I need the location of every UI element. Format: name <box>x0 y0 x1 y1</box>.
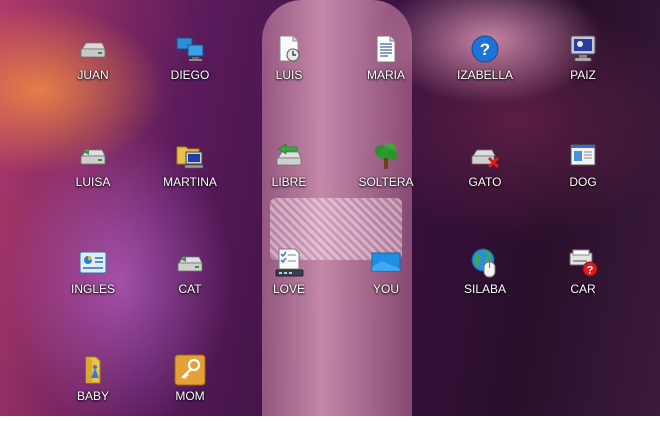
desktop-icon-luisa[interactable]: LUISA <box>54 138 132 208</box>
document-clock-icon <box>273 33 305 65</box>
drive-arrow-icon <box>273 140 305 172</box>
desktop-icon-maria[interactable]: MARIA <box>347 31 425 101</box>
desktop-icon-label: PAIZ <box>570 68 596 82</box>
desktop-icon-cat[interactable]: CAT <box>151 245 229 315</box>
desktop-icon-luis[interactable]: LUIS <box>250 31 328 101</box>
desktop-icon-mom[interactable]: MOM <box>151 352 229 422</box>
desktop-icon-love[interactable]: LOVE <box>250 245 328 315</box>
desktop-icon-dog[interactable]: DOG <box>544 138 622 208</box>
blue-screen-icon <box>370 247 402 279</box>
svg-text:?: ? <box>480 40 490 59</box>
monitor-icon <box>567 33 599 65</box>
desktop-icon-label: INGLES <box>70 282 115 296</box>
desktop-icon-label: JUAN <box>77 68 109 82</box>
svg-text:?: ? <box>587 265 594 277</box>
desktop-icon-label: LIBRE <box>271 175 307 189</box>
desktop-icon-label: LUISA <box>75 175 111 189</box>
desktop-icon-label: MOM <box>175 389 205 403</box>
desktop-icon-soltera[interactable]: SOLTERA <box>347 138 425 208</box>
drive-green-icon <box>174 247 206 279</box>
desktop-icon-label: SILABA <box>463 282 507 296</box>
text-document-icon <box>370 33 402 65</box>
desktop-icon-label: GATO <box>468 175 502 189</box>
desktop-icon-label: CAT <box>178 282 202 296</box>
network-computers-icon <box>174 33 206 65</box>
desktop-icon-gato[interactable]: GATO <box>446 138 524 208</box>
desktop-icon-label: DOG <box>569 175 597 189</box>
tree-icon <box>370 140 402 172</box>
desktop-icon-you[interactable]: YOU <box>347 245 425 315</box>
desktop-icon-libre[interactable]: LIBRE <box>250 138 328 208</box>
desktop-icon-label: LOVE <box>272 282 305 296</box>
desktop-icon-label: LUIS <box>275 68 303 82</box>
desktop-icon-label: CAR <box>570 282 596 296</box>
desktop-icon-label: DIEGO <box>170 68 210 82</box>
drive-green-icon <box>77 140 109 172</box>
desktop-icon-ingles[interactable]: INGLES <box>54 245 132 315</box>
desktop-icon-label: MARTINA <box>163 175 217 189</box>
folder-computer-icon <box>174 140 206 172</box>
desktop-icon-juan[interactable]: JUAN <box>54 31 132 101</box>
desktop-icon-paiz[interactable]: PAIZ <box>544 31 622 101</box>
desktop-icon-izabella[interactable]: ? IZABELLA <box>446 31 524 101</box>
checklist-icon <box>273 247 305 279</box>
desktop-icon-martina[interactable]: MARTINA <box>151 138 229 208</box>
desktop-icon-silaba[interactable]: SILABA <box>446 245 524 315</box>
desktop-icon-label: IZABELLA <box>456 68 514 82</box>
printer-help-icon: ? <box>567 247 599 279</box>
drive-icon <box>77 33 109 65</box>
globe-mouse-icon <box>469 247 501 279</box>
folder-user-icon <box>77 354 109 386</box>
desktop-icon-car[interactable]: ? CAR <box>544 245 622 315</box>
key-icon <box>174 354 206 386</box>
desktop-icon-baby[interactable]: BABY <box>54 352 132 422</box>
control-panel-icon <box>77 247 109 279</box>
desktop-icon-label: SOLTERA <box>358 175 414 189</box>
desktop-icon-label: YOU <box>372 282 399 296</box>
help-icon: ? <box>469 33 501 65</box>
desktop-icon-label: BABY <box>76 389 109 403</box>
drive-error-icon <box>469 140 501 172</box>
desktop-icon-label: MARIA <box>366 68 405 82</box>
window-panel-icon <box>567 140 599 172</box>
desktop-icon-diego[interactable]: DIEGO <box>151 31 229 101</box>
